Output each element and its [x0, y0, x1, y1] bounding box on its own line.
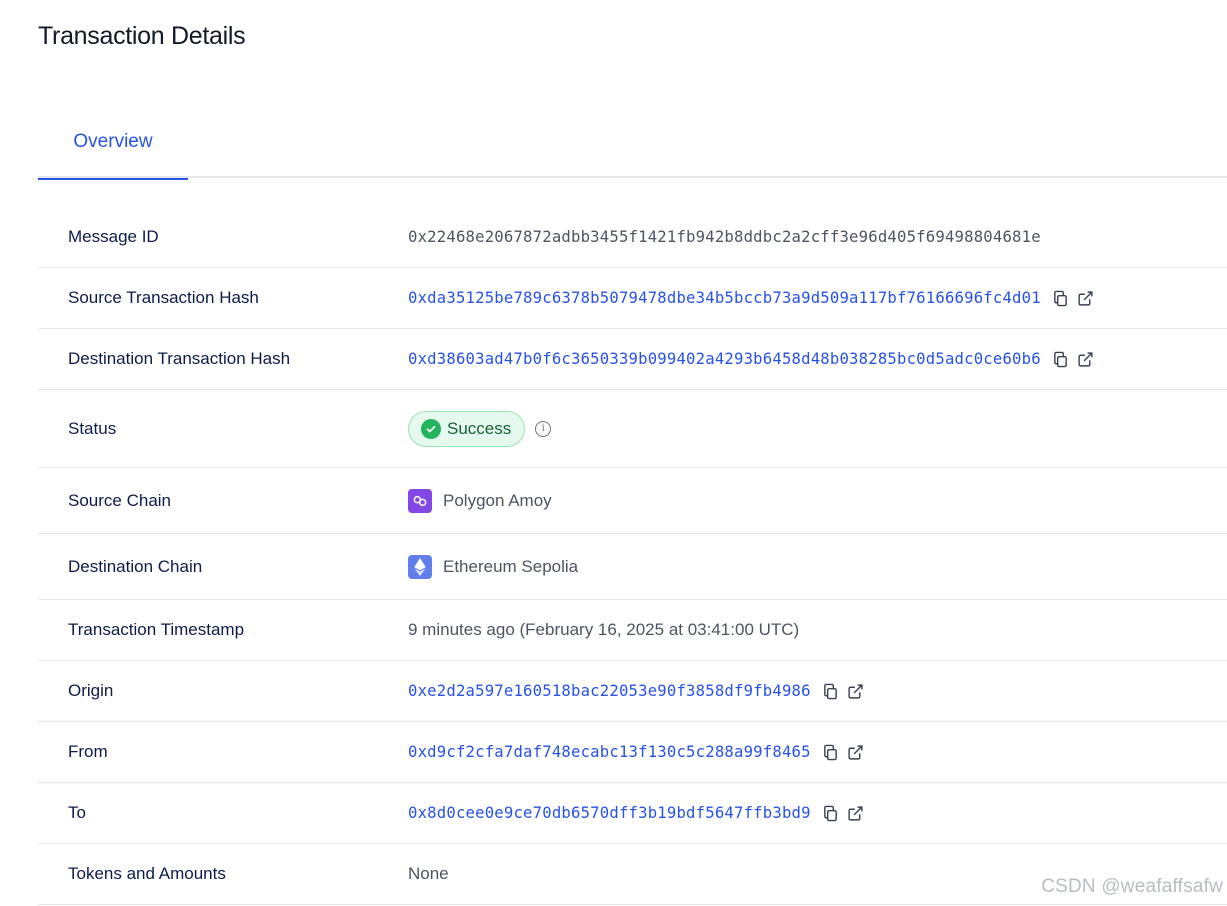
timestamp-value: 9 minutes ago (February 16, 2025 at 03:4… [408, 620, 800, 639]
row-value: 0x8d0cee0e9ce70db6570dff3b19bdf5647ffb3b… [408, 803, 866, 823]
row-value: Ethereum Sepolia [408, 554, 579, 579]
row-label: Destination Chain [68, 556, 203, 576]
row-label: Destination Transaction Hash [68, 349, 291, 368]
destination-chain-name: Ethereum Sepolia [443, 556, 579, 576]
row-status: Status Success i [38, 390, 1227, 468]
copy-icon[interactable] [1051, 349, 1071, 369]
status-badge: Success [408, 410, 526, 447]
row-label: Tokens and Amounts [68, 864, 226, 883]
row-value: Success i [408, 410, 552, 447]
row-source-chain: Source Chain Polygon Amoy [38, 468, 1227, 534]
row-message-id: Message ID 0x22468e2067872adbb3455f1421f… [38, 207, 1227, 268]
external-link-icon[interactable] [846, 803, 866, 823]
info-icon[interactable]: i [535, 420, 552, 437]
ethereum-logo-icon [408, 554, 432, 579]
row-source-transaction-hash: Source Transaction Hash 0xda35125be789c6… [38, 268, 1227, 329]
copy-icon[interactable] [821, 681, 841, 701]
external-link-icon[interactable] [1076, 288, 1096, 308]
copy-icon[interactable] [821, 742, 841, 762]
from-address-link[interactable]: 0xd9cf2cfa7daf748ecabc13f130c5c288a99f84… [408, 743, 811, 761]
row-value: 0xd9cf2cfa7daf748ecabc13f130c5c288a99f84… [408, 742, 866, 762]
row-value: 9 minutes ago (February 16, 2025 at 03:4… [408, 620, 799, 640]
row-value: 0xe2d2a597e160518bac22053e90f3858df9fb49… [408, 681, 866, 701]
row-transaction-timestamp: Transaction Timestamp 9 minutes ago (Feb… [38, 600, 1227, 661]
row-label: Source Transaction Hash [68, 288, 259, 307]
row-label: Status [68, 418, 117, 438]
message-id-value: 0x22468e2067872adbb3455f1421fb942b8ddbc2… [408, 228, 1041, 246]
row-origin: Origin 0xe2d2a597e160518bac22053e90f3858… [38, 661, 1227, 722]
tab-overview[interactable]: Overview [38, 106, 188, 180]
destination-transaction-hash-link[interactable]: 0xd38603ad47b0f6c3650339b099402a4293b645… [408, 350, 1041, 368]
row-destination-transaction-hash: Destination Transaction Hash 0xd38603ad4… [38, 329, 1227, 390]
row-to: To 0x8d0cee0e9ce70db6570dff3b19bdf5647ff… [38, 783, 1227, 844]
row-label: Origin [68, 681, 114, 700]
tokens-value: None [408, 864, 449, 883]
row-label: To [68, 803, 86, 822]
origin-address-link[interactable]: 0xe2d2a597e160518bac22053e90f3858df9fb49… [408, 682, 811, 700]
polygon-logo-icon [408, 488, 432, 513]
row-from: From 0xd9cf2cfa7daf748ecabc13f130c5c288a… [38, 722, 1227, 783]
row-value: 0xda35125be789c6378b5079478dbe34b5bccb73… [408, 288, 1096, 308]
status-text: Success [447, 418, 512, 438]
row-value: 0x22468e2067872adbb3455f1421fb942b8ddbc2… [408, 228, 1041, 246]
transaction-details-page: Transaction Details Overview Message ID … [0, 0, 1227, 906]
page-title: Transaction Details [38, 22, 246, 50]
external-link-icon[interactable] [846, 742, 866, 762]
row-value: Polygon Amoy [408, 488, 552, 513]
row-label: From [68, 742, 108, 761]
row-value: 0xd38603ad47b0f6c3650339b099402a4293b645… [408, 349, 1096, 369]
source-transaction-hash-link[interactable]: 0xda35125be789c6378b5079478dbe34b5bccb73… [408, 289, 1041, 307]
external-link-icon[interactable] [846, 681, 866, 701]
check-circle-icon [421, 418, 441, 439]
source-chain-name: Polygon Amoy [443, 490, 552, 510]
watermark: CSDN @weafaffsafw [1041, 876, 1223, 897]
row-label: Source Chain [68, 490, 172, 510]
row-label: Message ID [68, 227, 159, 246]
to-address-link[interactable]: 0x8d0cee0e9ce70db6570dff3b19bdf5647ffb3b… [408, 804, 811, 822]
tab-bar: Overview [38, 106, 1227, 180]
details-list: Message ID 0x22468e2067872adbb3455f1421f… [38, 207, 1227, 905]
row-value: None [408, 864, 449, 884]
copy-icon[interactable] [1051, 288, 1071, 308]
row-destination-chain: Destination Chain Ethereum Sepolia [38, 534, 1227, 600]
copy-icon[interactable] [821, 803, 841, 823]
external-link-icon[interactable] [1076, 349, 1096, 369]
row-label: Transaction Timestamp [68, 620, 245, 639]
